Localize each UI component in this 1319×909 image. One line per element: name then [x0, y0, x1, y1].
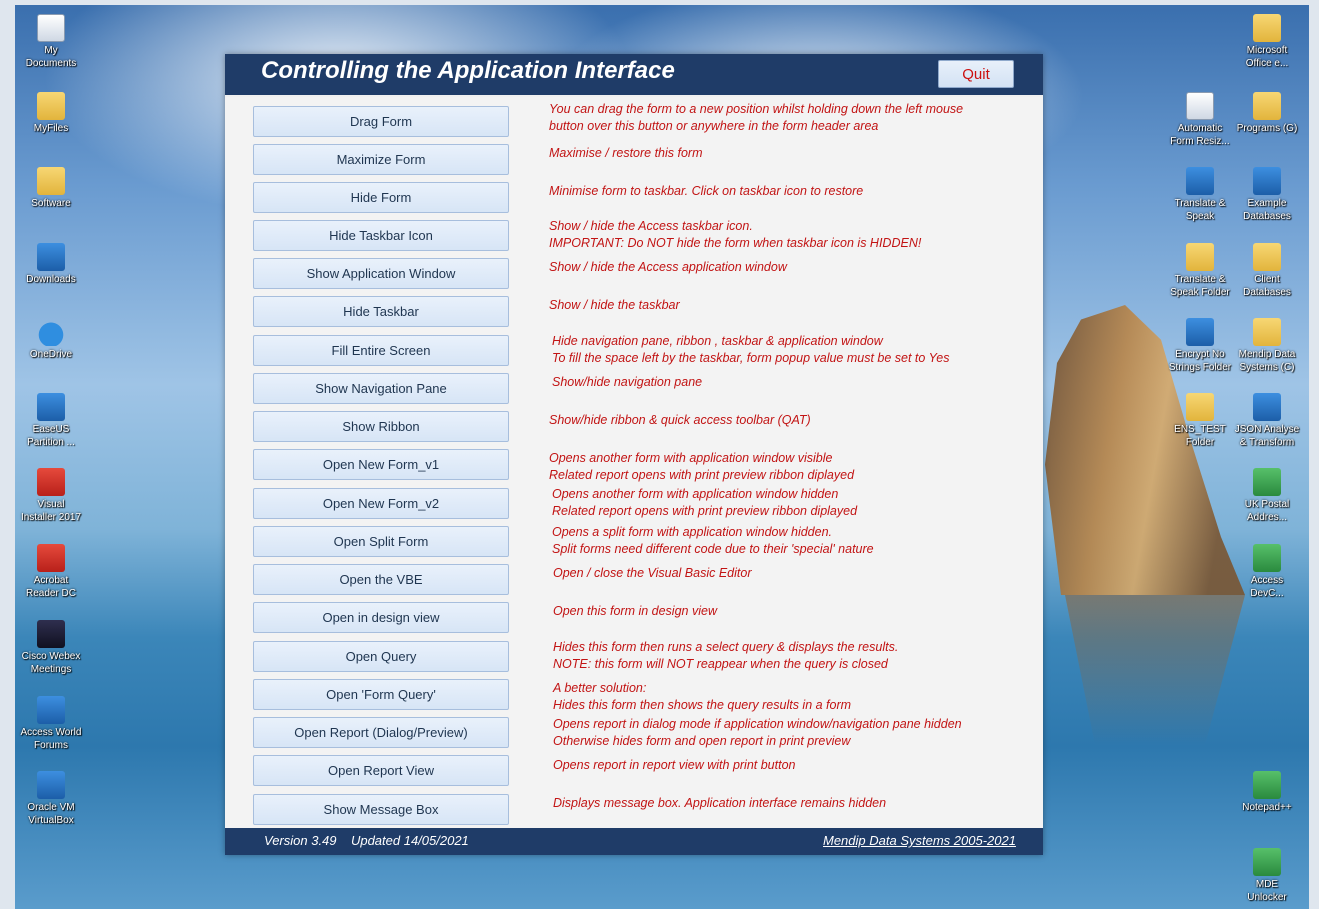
- installer-icon: [37, 468, 65, 496]
- webex-icon: [37, 620, 65, 648]
- open-split-form-description: Opens a split form with application wind…: [552, 525, 874, 556]
- mendip-data-systems-link[interactable]: Mendip Data Systems 2005-2021: [823, 833, 1016, 848]
- folder-icon: [37, 92, 65, 120]
- version-text: Version 3.49 Updated 14/05/2021: [264, 833, 469, 848]
- desktop-icon-virtualbox[interactable]: Oracle VM VirtualBox: [14, 771, 88, 827]
- desktop-icon-myfiles[interactable]: MyFiles: [14, 92, 88, 135]
- hide-taskbar-button[interactable]: Hide Taskbar: [253, 296, 509, 327]
- download-icon: [37, 243, 65, 271]
- hide-taskbar-icon-description: Show / hide the Access taskbar icon. IMPO…: [549, 219, 922, 250]
- folder-icon: [1186, 393, 1214, 421]
- desktop-icon-access-world[interactable]: Access World Forums: [14, 696, 88, 752]
- folder-icon: [1253, 92, 1281, 120]
- document-icon: [1186, 92, 1214, 120]
- open-new-form-v2-button[interactable]: Open New Form_v2: [253, 488, 509, 519]
- maximize-form-description: Maximise / restore this form: [549, 146, 703, 160]
- drag-form-description: You can drag the form to a new position …: [549, 102, 964, 133]
- globe-icon: [37, 696, 65, 724]
- show-application-window-description: Show / hide the Access application windo…: [549, 260, 787, 274]
- open-report-view-button[interactable]: Open Report View: [253, 755, 509, 786]
- desktop-icon-microsoft-office[interactable]: Microsoft Office e...: [1230, 14, 1304, 70]
- show-navigation-pane-button[interactable]: Show Navigation Pane: [253, 373, 509, 404]
- show-message-box-description: Displays message box. Application interf…: [553, 796, 887, 810]
- open-form-query-description: A better solution: Hides this form then s…: [553, 681, 852, 712]
- open-report-dialog-preview-description: Opens report in dialog mode if applicati…: [553, 717, 962, 748]
- desktop-icon-easeus[interactable]: EaseUS Partition ...: [14, 393, 88, 449]
- desktop-icon-visual-installer[interactable]: Visual Installer 2017: [14, 468, 88, 524]
- edge-dev-icon: [1253, 544, 1281, 572]
- hide-taskbar-icon-button[interactable]: Hide Taskbar Icon: [253, 220, 509, 251]
- open-form-query-button[interactable]: Open 'Form Query': [253, 679, 509, 710]
- postal-icon: [1253, 468, 1281, 496]
- desktop-icon-encrypt-strings[interactable]: Encrypt No Strings Folder: [1163, 318, 1237, 374]
- desktop-icon-automatic-form-resize[interactable]: Automatic Form Resiz...: [1163, 92, 1237, 148]
- cloud-icon: [37, 318, 65, 346]
- hide-form-description: Minimise form to taskbar. Click on taskb…: [549, 184, 864, 198]
- form-title: Controlling the Application Interface: [261, 57, 675, 84]
- desktop-icon-mde-unlocker[interactable]: MDE Unlocker: [1230, 848, 1304, 904]
- desktop-icon-onedrive[interactable]: OneDrive: [14, 318, 88, 361]
- desktop-icon-mendip-data[interactable]: Mendip Data Systems (C): [1230, 318, 1304, 374]
- open-query-button[interactable]: Open Query: [253, 641, 509, 672]
- open-vbe-button[interactable]: Open the VBE: [253, 564, 509, 595]
- show-ribbon-button[interactable]: Show Ribbon: [253, 411, 509, 442]
- shield-icon: [1186, 318, 1214, 346]
- desktop-icon-client-databases[interactable]: Client Databases: [1230, 243, 1304, 299]
- virtualbox-icon: [37, 771, 65, 799]
- open-vbe-description: Open / close the Visual Basic Editor: [553, 566, 752, 580]
- desktop-icon-translate-speak[interactable]: Translate & Speak: [1163, 167, 1237, 223]
- drag-form-button[interactable]: Drag Form: [253, 106, 509, 137]
- maximize-form-button[interactable]: Maximize Form: [253, 144, 509, 175]
- folder-icon: [1253, 243, 1281, 271]
- fill-entire-screen-description: Hide navigation pane, ribbon , taskbar &…: [552, 334, 950, 365]
- folder-icon: [37, 167, 65, 195]
- open-report-view-description: Opens report in report view with print b…: [553, 758, 796, 772]
- partition-icon: [37, 393, 65, 421]
- folder-icon: [1253, 318, 1281, 346]
- desktop-icon-access-devcon[interactable]: Access DevC...: [1230, 544, 1304, 600]
- show-ribbon-description: Show/hide ribbon & quick access toolbar …: [549, 413, 811, 427]
- pdf-icon: [37, 544, 65, 572]
- office-icon: [1253, 14, 1281, 42]
- desktop-icon-downloads[interactable]: Downloads: [14, 243, 88, 286]
- desktop-icon-notepadpp[interactable]: Notepad++: [1230, 771, 1304, 814]
- desktop-icon-ens-test[interactable]: ENS_TEST Folder: [1163, 393, 1237, 449]
- desktop-icon-webex[interactable]: Cisco Webex Meetings: [14, 620, 88, 676]
- quit-button[interactable]: Quit: [938, 60, 1014, 88]
- desktop-icon-uk-postal[interactable]: UK Postal Addres...: [1230, 468, 1304, 524]
- notepad-icon: [1253, 771, 1281, 799]
- show-navigation-pane-description: Show/hide navigation pane: [552, 375, 703, 389]
- open-new-form-v2-description: Opens another form with application wind…: [552, 487, 858, 518]
- open-split-form-button[interactable]: Open Split Form: [253, 526, 509, 557]
- desktop-icon-translate-speak-folder[interactable]: Translate & Speak Folder: [1163, 243, 1237, 299]
- open-new-form-v1-button[interactable]: Open New Form_v1: [253, 449, 509, 480]
- globe-icon: [1253, 393, 1281, 421]
- hide-form-button[interactable]: Hide Form: [253, 182, 509, 213]
- unlock-icon: [1253, 848, 1281, 876]
- open-design-view-description: Open this form in design view: [553, 604, 717, 618]
- hide-taskbar-description: Show / hide the taskbar: [549, 298, 680, 312]
- open-design-view-button[interactable]: Open in design view: [253, 602, 509, 633]
- desktop-icon-software[interactable]: Software: [14, 167, 88, 210]
- desktop-icon-example-databases[interactable]: Example Databases: [1230, 167, 1304, 223]
- desktop-icon-acrobat[interactable]: Acrobat Reader DC: [14, 544, 88, 600]
- documents-icon: [37, 14, 65, 42]
- form-body: Drag Form Maximize Form Hide Form Hide T…: [225, 97, 1043, 828]
- folder-icon: [1186, 243, 1214, 271]
- database-icon: [1253, 167, 1281, 195]
- open-new-form-v1-description: Opens another form with application wind…: [549, 451, 855, 482]
- form-footer: Version 3.49 Updated 14/05/2021 Mendip D…: [225, 828, 1043, 855]
- open-report-dialog-preview-button[interactable]: Open Report (Dialog/Preview): [253, 717, 509, 748]
- globe-icon: [1186, 167, 1214, 195]
- show-application-window-button[interactable]: Show Application Window: [253, 258, 509, 289]
- access-form: Controlling the Application Interface Qu…: [225, 54, 1043, 855]
- desktop-icon-my-documents[interactable]: My Documents: [14, 14, 88, 70]
- open-query-description: Hides this form then runs a select query…: [553, 640, 899, 671]
- desktop-icon-json-analyse[interactable]: JSON Analyse & Transform: [1230, 393, 1304, 449]
- show-message-box-button[interactable]: Show Message Box: [253, 794, 509, 825]
- form-header[interactable]: Controlling the Application Interface Qu…: [225, 54, 1043, 97]
- wallpaper-cliff-reflection: [1065, 595, 1245, 745]
- fill-entire-screen-button[interactable]: Fill Entire Screen: [253, 335, 509, 366]
- desktop-icon-programs[interactable]: Programs (G): [1230, 92, 1304, 135]
